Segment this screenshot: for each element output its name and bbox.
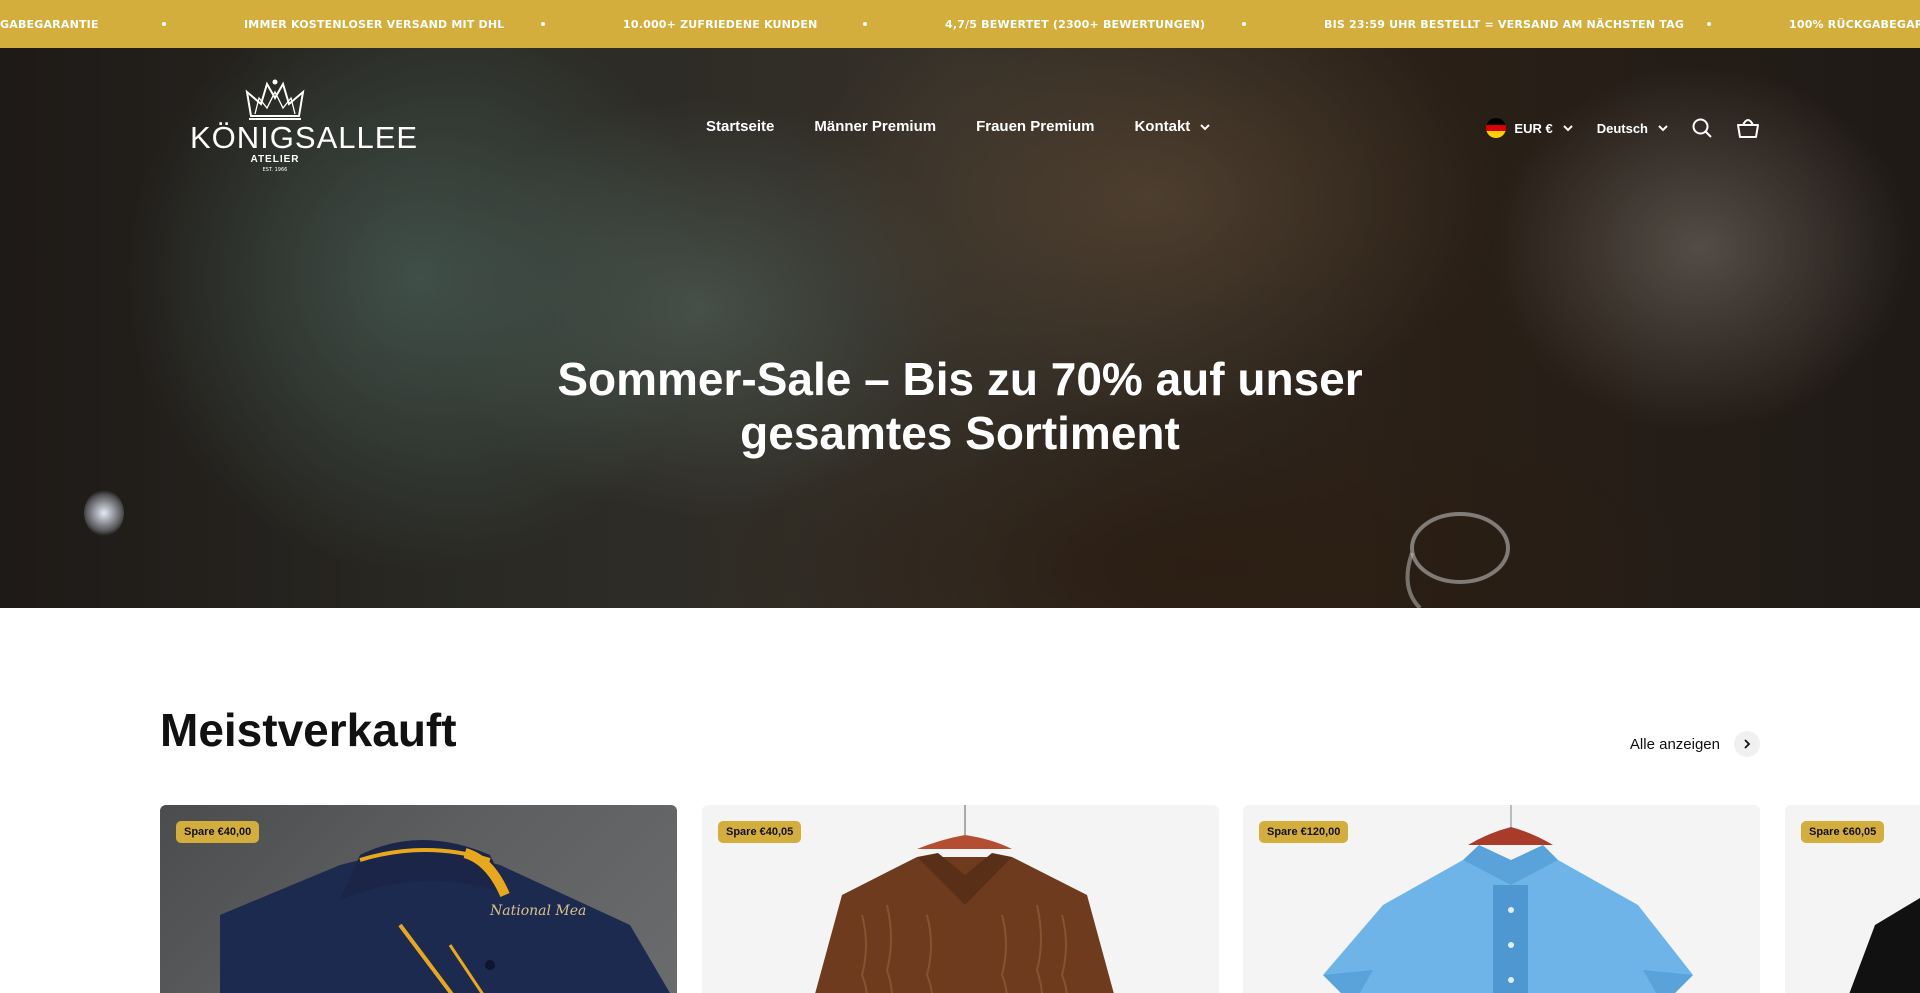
separator-dot — [541, 22, 545, 26]
chevron-down-icon — [1658, 125, 1668, 132]
hero-glasses-image — [1405, 512, 1510, 608]
announcement-item: IMMER KOSTENLOSER VERSAND MIT DHL — [244, 17, 505, 31]
separator-dot — [1707, 22, 1711, 26]
separator-dot — [1242, 22, 1246, 26]
logo-text: KÖNIGSALLEE — [190, 120, 419, 155]
cart-icon[interactable] — [1736, 116, 1760, 140]
logo-subtext: ATELIER — [250, 154, 300, 165]
search-icon[interactable] — [1690, 116, 1714, 140]
announcement-item: 100% RÜCKGABEGARAN — [1789, 17, 1920, 31]
discount-badge: Spare €60,05 — [1801, 821, 1885, 843]
nav-item-frauen-premium[interactable]: Frauen Premium — [976, 118, 1094, 135]
discount-badge: Spare €40,05 — [718, 821, 802, 843]
nav-item-startseite[interactable]: Startseite — [706, 118, 774, 135]
chevron-down-icon — [1562, 125, 1573, 132]
product-card[interactable]: Spare €40,05 — [702, 805, 1219, 993]
separator-dot — [162, 22, 166, 26]
product-card[interactable]: Spare €40,00 National Mea — [160, 805, 677, 993]
chevron-right-icon — [1734, 731, 1760, 757]
view-all-link[interactable]: Alle anzeigen — [1630, 731, 1760, 757]
announcement-bar: GABEGARANTIE IMMER KOSTENLOSER VERSAND M… — [0, 0, 1920, 48]
hero-title: Sommer-Sale – Bis zu 70% auf unser gesam… — [557, 353, 1363, 459]
nav-item-kontakt[interactable]: Kontakt — [1134, 118, 1211, 135]
germany-flag-icon — [1486, 118, 1507, 138]
announcement-item: 4,7/5 BEWERTET (2300+ BEWERTUNGEN) — [945, 17, 1206, 31]
svg-text:National Mea: National Mea — [489, 903, 586, 919]
discount-badge: Spare €40,00 — [176, 821, 260, 843]
site-header: KÖNIGSALLEE ATELIER EST. 1966 Startseite… — [0, 48, 1920, 208]
product-card[interactable]: Spare €60,05 — [1785, 805, 1920, 993]
main-nav: Startseite Männer Premium Frauen Premium… — [706, 118, 1250, 135]
nav-item-maenner-premium[interactable]: Männer Premium — [814, 118, 936, 135]
crown-icon — [245, 79, 305, 120]
hero-light-spot — [84, 490, 124, 536]
discount-badge: Spare €120,00 — [1259, 821, 1349, 843]
product-card[interactable]: Spare €120,00 — [1243, 805, 1760, 993]
separator-dot — [863, 22, 867, 26]
language-selector[interactable]: Deutsch — [1597, 121, 1668, 136]
brand-logo[interactable]: KÖNIGSALLEE ATELIER EST. 1966 — [190, 78, 419, 178]
announcement-item: 10.000+ ZUFRIEDENE KUNDEN — [623, 17, 818, 31]
section-title: Meistverkauft — [160, 704, 457, 756]
announcement-item: GABEGARANTIE — [0, 17, 99, 31]
chevron-down-icon — [1200, 123, 1211, 130]
logo-est: EST. 1966 — [262, 167, 288, 173]
product-carousel: Spare €40,00 National Mea Spare €40,05 S… — [160, 805, 1920, 993]
currency-selector[interactable]: EUR € — [1486, 118, 1573, 138]
announcement-item: BIS 23:59 UHR BESTELLT = VERSAND AM NÄCH… — [1324, 17, 1685, 31]
header-tools: EUR € Deutsch — [1486, 116, 1760, 140]
